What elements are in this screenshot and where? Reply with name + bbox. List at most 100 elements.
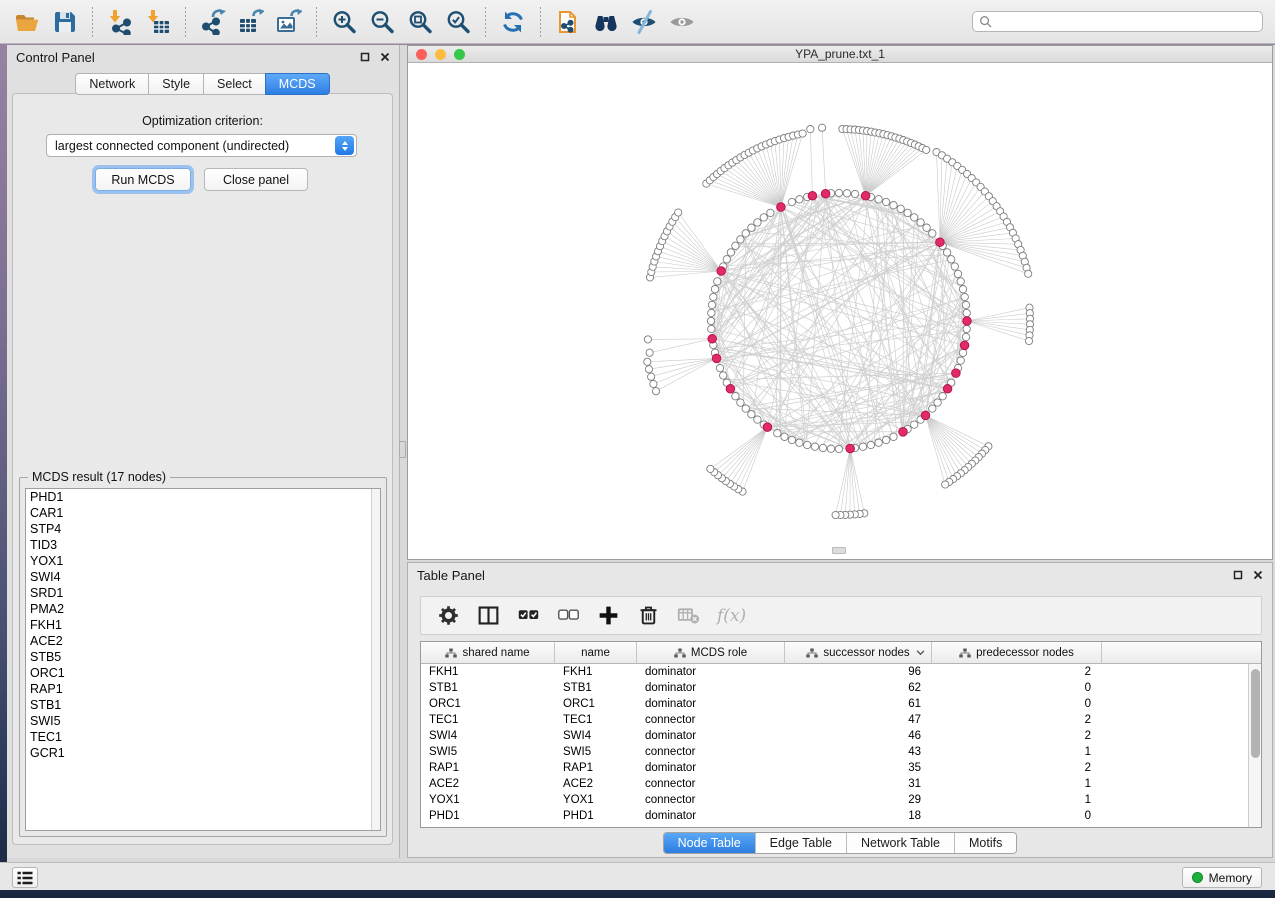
cell-successor_nodes: 46 bbox=[785, 728, 932, 744]
column-header-shared-name[interactable]: shared name bbox=[421, 642, 555, 664]
criterion-dropdown[interactable]: largest connected component (undirected) bbox=[46, 134, 357, 157]
network-canvas[interactable] bbox=[408, 63, 1272, 559]
table-row[interactable]: ACE2ACE2connector311 bbox=[421, 776, 1261, 792]
zoom-selected-button[interactable] bbox=[442, 6, 474, 38]
cell-successor_nodes: 29 bbox=[785, 792, 932, 808]
save-session-button[interactable] bbox=[49, 6, 81, 38]
mcds-result-node[interactable]: RAP1 bbox=[26, 681, 380, 697]
cell-mcds_role: connector bbox=[637, 776, 785, 792]
cell-successor_nodes: 47 bbox=[785, 712, 932, 728]
network-splitter-grip[interactable] bbox=[832, 547, 846, 554]
column-label: MCDS role bbox=[691, 647, 747, 659]
float-panel-icon[interactable] bbox=[1233, 570, 1243, 580]
show-all-button[interactable] bbox=[666, 6, 698, 38]
task-history-button[interactable] bbox=[12, 867, 38, 888]
import-table-button[interactable] bbox=[142, 6, 174, 38]
tab-select[interactable]: Select bbox=[203, 73, 266, 95]
table-tab-bar: Node TableEdge TableNetwork TableMotifs bbox=[408, 832, 1272, 854]
table-row[interactable]: STB1STB1dominator620 bbox=[421, 680, 1261, 696]
import-network-button[interactable] bbox=[104, 6, 136, 38]
tab-style[interactable]: Style bbox=[148, 73, 204, 95]
refresh-layout-button[interactable] bbox=[497, 6, 529, 38]
table-scrollbar-thumb[interactable] bbox=[1251, 669, 1260, 758]
deselect-all-button[interactable] bbox=[557, 604, 580, 627]
run-mcds-button[interactable]: Run MCDS bbox=[95, 168, 191, 191]
deselect-all-icon bbox=[557, 604, 580, 627]
close-panel-button[interactable]: Close panel bbox=[204, 168, 308, 191]
float-panel-icon[interactable] bbox=[360, 52, 370, 62]
zoom-in-button[interactable] bbox=[328, 6, 360, 38]
mcds-result-node[interactable]: STB5 bbox=[26, 649, 380, 665]
table-row[interactable]: PHD1PHD1dominator180 bbox=[421, 808, 1261, 824]
delete-table-button bbox=[677, 604, 700, 627]
table-row[interactable]: ORC1ORC1dominator610 bbox=[421, 696, 1261, 712]
table-row[interactable]: RAP1RAP1dominator352 bbox=[421, 760, 1261, 776]
memory-button[interactable]: Memory bbox=[1182, 867, 1262, 888]
mcds-result-node[interactable]: ORC1 bbox=[26, 665, 380, 681]
export-network-button[interactable] bbox=[197, 6, 229, 38]
toolbar-separator bbox=[485, 7, 486, 37]
tab-motifs[interactable]: Motifs bbox=[954, 833, 1016, 853]
add-column-button[interactable] bbox=[597, 604, 620, 627]
mcds-result-node[interactable]: STB1 bbox=[26, 697, 380, 713]
mcds-result-node[interactable]: TID3 bbox=[26, 537, 380, 553]
control-panel: Control Panel NetworkStyleSelectMCDS Opt… bbox=[7, 45, 400, 858]
save-session-icon bbox=[52, 9, 78, 35]
mcds-result-node[interactable]: YOX1 bbox=[26, 553, 380, 569]
cell-shared_name: ORC1 bbox=[421, 696, 555, 712]
column-header-name[interactable]: name bbox=[555, 642, 637, 664]
cell-successor_nodes: 18 bbox=[785, 808, 932, 824]
mcds-result-node[interactable]: SRD1 bbox=[26, 585, 380, 601]
column-header-predecessor-nodes[interactable]: predecessor nodes bbox=[932, 642, 1102, 664]
column-settings-button[interactable] bbox=[437, 604, 460, 627]
close-panel-icon[interactable] bbox=[1253, 570, 1263, 580]
mcds-result-node[interactable]: PMA2 bbox=[26, 601, 380, 617]
split-panel-button[interactable] bbox=[477, 604, 500, 627]
table-scrollbar[interactable] bbox=[1248, 664, 1261, 827]
cell-successor_nodes: 35 bbox=[785, 760, 932, 776]
panel-splitter-grip[interactable] bbox=[399, 441, 406, 458]
mcds-result-node[interactable]: GCR1 bbox=[26, 745, 380, 761]
cell-successor_nodes: 61 bbox=[785, 696, 932, 712]
tab-edge-table[interactable]: Edge Table bbox=[755, 833, 846, 853]
network-window-title: YPA_prune.txt_1 bbox=[408, 47, 1272, 61]
table-row[interactable]: SWI5SWI5connector431 bbox=[421, 744, 1261, 760]
search-network-button[interactable] bbox=[590, 6, 622, 38]
column-header-successor-nodes[interactable]: successor nodes bbox=[785, 642, 932, 664]
delete-column-button[interactable] bbox=[637, 604, 660, 627]
clone-network-button[interactable] bbox=[552, 6, 584, 38]
export-table-button[interactable] bbox=[235, 6, 267, 38]
mcds-result-node[interactable]: PHD1 bbox=[26, 489, 380, 505]
mcds-list-scrollbar[interactable] bbox=[371, 489, 380, 830]
tree-icon bbox=[674, 647, 686, 659]
mcds-result-node[interactable]: SWI5 bbox=[26, 713, 380, 729]
mcds-result-node[interactable]: SWI4 bbox=[26, 569, 380, 585]
table-row[interactable]: FKH1FKH1dominator962 bbox=[421, 664, 1261, 680]
export-image-button[interactable] bbox=[273, 6, 305, 38]
zoom-out-button[interactable] bbox=[366, 6, 398, 38]
tab-mcds[interactable]: MCDS bbox=[265, 73, 330, 95]
mcds-result-node[interactable]: TEC1 bbox=[26, 729, 380, 745]
search-box bbox=[972, 11, 1263, 32]
open-folder-button[interactable] bbox=[11, 6, 43, 38]
mcds-result-node[interactable]: FKH1 bbox=[26, 617, 380, 633]
criterion-dropdown-value: largest connected component (undirected) bbox=[47, 139, 335, 153]
tab-network[interactable]: Network bbox=[75, 73, 149, 95]
tab-network-table[interactable]: Network Table bbox=[846, 833, 954, 853]
column-settings-icon bbox=[437, 604, 460, 627]
hide-selected-button[interactable] bbox=[628, 6, 660, 38]
table-row[interactable]: SWI4SWI4dominator462 bbox=[421, 728, 1261, 744]
cell-successor_nodes: 31 bbox=[785, 776, 932, 792]
close-panel-icon[interactable] bbox=[380, 52, 390, 62]
table-row[interactable]: TEC1TEC1connector472 bbox=[421, 712, 1261, 728]
column-header-MCDS-role[interactable]: MCDS role bbox=[637, 642, 785, 664]
mcds-result-node[interactable]: ACE2 bbox=[26, 633, 380, 649]
zoom-fit-button[interactable] bbox=[404, 6, 436, 38]
select-all-button[interactable] bbox=[517, 604, 540, 627]
search-input[interactable] bbox=[996, 13, 1262, 30]
mcds-result-node[interactable]: STP4 bbox=[26, 521, 380, 537]
mcds-result-node[interactable]: CAR1 bbox=[26, 505, 380, 521]
column-label: name bbox=[581, 647, 610, 659]
tab-node-table[interactable]: Node Table bbox=[664, 833, 755, 853]
table-row[interactable]: YOX1YOX1connector291 bbox=[421, 792, 1261, 808]
